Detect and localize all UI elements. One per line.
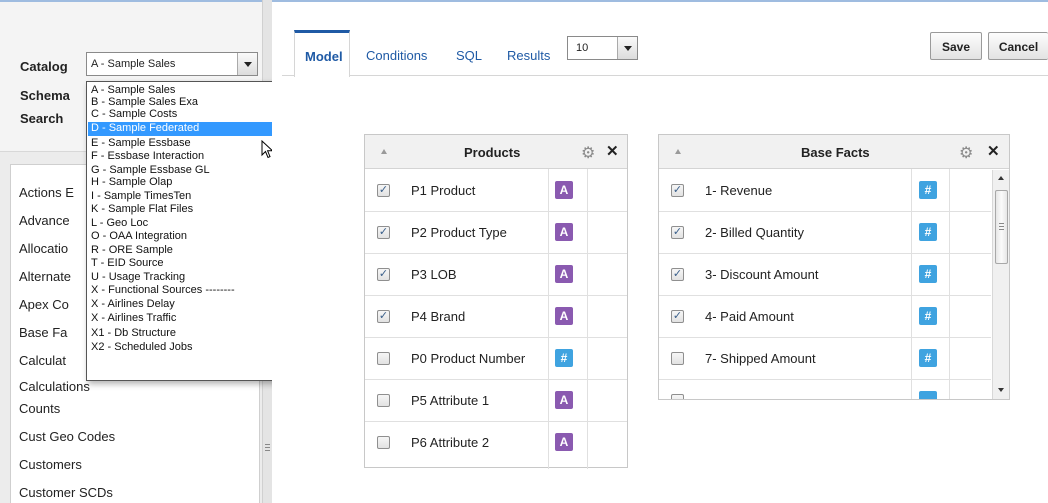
tab-sql[interactable]: SQL: [456, 48, 482, 63]
measure-type-icon: #: [919, 265, 937, 283]
scroll-up-icon[interactable]: [998, 176, 1004, 180]
scroll-down-icon[interactable]: [998, 388, 1004, 392]
schema-label: Schema: [20, 88, 70, 103]
catalog-select[interactable]: A - Sample Sales: [86, 52, 258, 76]
sort-icon[interactable]: [381, 149, 387, 154]
tab-conditions[interactable]: Conditions: [366, 48, 427, 63]
products-panel-header: Products ⚙ ✕: [365, 135, 627, 169]
column-name: P3 LOB: [411, 267, 457, 282]
close-icon[interactable]: ✕: [606, 142, 619, 160]
tab-model[interactable]: Model: [294, 30, 350, 77]
rows-select[interactable]: 10: [567, 36, 638, 60]
base-facts-panel-header: Base Facts ⚙ ✕: [659, 135, 1009, 169]
table-row[interactable]: ✓ 3- Discount Amount #: [659, 254, 991, 296]
table-row[interactable]: ✓ P1 Product A: [365, 170, 627, 212]
list-item[interactable]: Alternate: [19, 269, 71, 284]
column-name: P0 Product Number: [411, 351, 526, 366]
table-row[interactable]: P0 Product Number #: [365, 338, 627, 380]
table-row[interactable]: ✓ 2- Billed Quantity #: [659, 212, 991, 254]
gear-icon[interactable]: ⚙: [959, 143, 973, 163]
attribute-type-icon: A: [555, 181, 573, 199]
list-item[interactable]: Apex Co: [19, 297, 69, 312]
gear-icon[interactable]: ⚙: [581, 143, 595, 163]
table-row[interactable]: P5 Attribute 1 A: [365, 380, 627, 422]
checkbox-checked[interactable]: ✓: [671, 226, 684, 239]
attribute-type-icon: A: [555, 265, 573, 283]
attribute-type-icon: A: [555, 391, 573, 409]
measure-type-icon: [919, 391, 937, 399]
close-icon[interactable]: ✕: [987, 142, 1000, 160]
rows-select-value: 10: [576, 42, 589, 54]
base-facts-scrollbar[interactable]: [992, 170, 1009, 399]
list-item[interactable]: Base Fa: [19, 325, 67, 340]
sort-icon[interactable]: [675, 149, 681, 154]
column-name: P2 Product Type: [411, 225, 507, 240]
products-panel-title: Products: [464, 145, 521, 160]
measure-type-icon: #: [919, 307, 937, 325]
table-row[interactable]: P6 Attribute 2 A: [365, 422, 627, 464]
measure-type-icon: #: [919, 181, 937, 199]
checkbox-checked[interactable]: ✓: [377, 226, 390, 239]
cancel-button[interactable]: Cancel: [988, 32, 1048, 60]
table-row[interactable]: ✓ 1- Revenue #: [659, 170, 991, 212]
checkbox-checked[interactable]: ✓: [377, 268, 390, 281]
list-item[interactable]: Counts: [19, 401, 60, 416]
column-name: P5 Attribute 1: [411, 393, 490, 408]
checkbox-checked[interactable]: ✓: [377, 310, 390, 323]
column-name: 1- Revenue: [705, 183, 773, 198]
list-item[interactable]: Advance: [19, 213, 70, 228]
column-name: 7- Shipped Amount: [705, 351, 816, 366]
search-label: Search: [20, 111, 64, 126]
checkbox-unchecked[interactable]: [671, 394, 684, 399]
checkbox-checked[interactable]: ✓: [671, 310, 684, 323]
attribute-type-icon: A: [555, 307, 573, 325]
catalog-select-value: A - Sample Sales: [91, 58, 176, 70]
table-row[interactable]: ✓ P2 Product Type A: [365, 212, 627, 254]
table-row[interactable]: ✓ P4 Brand A: [365, 296, 627, 338]
checkbox-unchecked[interactable]: [377, 436, 390, 449]
measure-type-icon: #: [555, 349, 573, 367]
table-row-partial[interactable]: [659, 380, 991, 399]
list-item[interactable]: Calculat: [19, 353, 66, 368]
checkbox-checked[interactable]: ✓: [377, 184, 390, 197]
attribute-type-icon: A: [555, 433, 573, 451]
table-row[interactable]: ✓ 4- Paid Amount #: [659, 296, 991, 338]
column-name: P1 Product: [411, 183, 476, 198]
tab-results[interactable]: Results: [507, 48, 550, 63]
measure-type-icon: #: [919, 349, 937, 367]
checkbox-unchecked[interactable]: [377, 394, 390, 407]
column-name: P6 Attribute 2: [411, 435, 490, 450]
list-item[interactable]: Cust Geo Codes: [19, 429, 115, 444]
base-facts-panel-title: Base Facts: [801, 145, 870, 160]
column-name: 2- Billed Quantity: [705, 225, 804, 240]
list-item[interactable]: Customer SCDs: [19, 485, 113, 500]
checkbox-unchecked[interactable]: [671, 352, 684, 365]
scrollbar-thumb[interactable]: [995, 190, 1008, 264]
base-facts-panel: Base Facts ⚙ ✕ ✓ 1- Revenue # ✓ 2- Bille…: [658, 134, 1010, 400]
list-item[interactable]: Allocatio: [19, 241, 68, 256]
checkbox-checked[interactable]: ✓: [671, 268, 684, 281]
measure-type-icon: #: [919, 223, 937, 241]
catalog-label: Catalog: [20, 59, 68, 74]
checkbox-checked[interactable]: ✓: [671, 184, 684, 197]
list-item[interactable]: Customers: [19, 457, 82, 472]
column-name: P4 Brand: [411, 309, 466, 324]
chevron-down-icon[interactable]: [237, 53, 257, 75]
column-name: 3- Discount Amount: [705, 267, 819, 282]
list-item[interactable]: Actions E: [19, 185, 74, 200]
checkbox-unchecked[interactable]: [377, 352, 390, 365]
table-row[interactable]: 7- Shipped Amount #: [659, 338, 991, 380]
chevron-down-icon[interactable]: [617, 37, 637, 59]
column-name: 4- Paid Amount: [705, 309, 794, 324]
products-panel: Products ⚙ ✕ ✓ P1 Product A ✓ P2 Product…: [364, 134, 628, 469]
save-button[interactable]: Save: [930, 32, 982, 60]
attribute-type-icon: A: [555, 223, 573, 241]
table-row[interactable]: ✓ P3 LOB A: [365, 254, 627, 296]
list-item[interactable]: Calculations: [19, 379, 90, 394]
